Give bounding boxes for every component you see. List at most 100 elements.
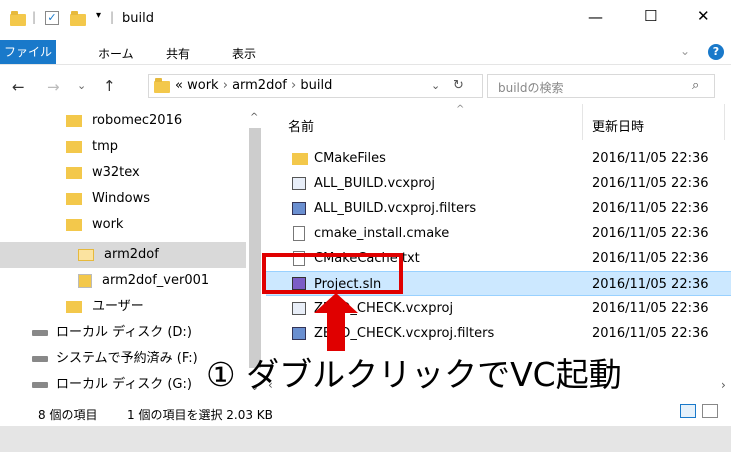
file-row[interactable]: ALL_BUILD.vcxproj 2016/11/05 22:36 bbox=[266, 171, 731, 196]
maximize-button[interactable]: ☐ bbox=[644, 7, 657, 25]
drive-icon bbox=[32, 355, 48, 362]
nav-item-label: ローカル ディスク (D:) bbox=[56, 325, 192, 340]
help-icon[interactable]: ? bbox=[708, 44, 724, 60]
up-icon[interactable]: ↑ bbox=[103, 77, 116, 95]
separator: | bbox=[32, 10, 37, 24]
chevron-right-icon[interactable]: › bbox=[291, 78, 296, 93]
recent-locations-icon[interactable]: ⌄ bbox=[77, 79, 86, 92]
sort-ascending-icon: ^ bbox=[456, 104, 465, 115]
nav-item-label: ローカル ディスク (G:) bbox=[56, 377, 192, 392]
folder-icon bbox=[10, 11, 26, 26]
tab-home[interactable]: ホーム bbox=[98, 45, 134, 62]
folder-icon bbox=[292, 153, 308, 165]
file-name: ALL_BUILD.vcxproj.filters bbox=[314, 201, 477, 216]
nav-item-drive-d[interactable]: ローカル ディスク (D:) bbox=[32, 320, 192, 346]
nav-item-label: work bbox=[92, 217, 124, 232]
selection-info: 1 個の項目を選択 2.03 KB bbox=[127, 408, 273, 422]
file-date: 2016/11/05 22:36 bbox=[592, 301, 709, 316]
folder-icon bbox=[154, 78, 170, 93]
chevron-right-icon[interactable]: › bbox=[223, 78, 228, 93]
scroll-up-icon[interactable]: ^ bbox=[250, 112, 258, 123]
arrow-shaft bbox=[327, 309, 345, 351]
annotation-text: ① ダブルクリックでVC起動 bbox=[206, 355, 622, 394]
expand-ribbon-icon[interactable]: ⌄ bbox=[680, 44, 690, 58]
open-folder-icon bbox=[78, 248, 94, 261]
file-row[interactable]: CMakeFiles 2016/11/05 22:36 bbox=[266, 146, 731, 171]
breadcrumb: « work › arm2dof › build bbox=[175, 78, 332, 93]
nav-item-label: システムで予約済み (F:) bbox=[56, 351, 198, 366]
nav-item-tmp[interactable]: tmp bbox=[66, 134, 118, 160]
drive-icon bbox=[32, 381, 48, 388]
filters-icon bbox=[292, 327, 306, 340]
forward-icon[interactable]: → bbox=[47, 78, 60, 96]
separator: | bbox=[110, 10, 115, 24]
scroll-right-icon[interactable]: › bbox=[721, 378, 726, 392]
tab-view[interactable]: 表示 bbox=[232, 45, 256, 62]
highlight-box bbox=[262, 253, 403, 294]
file-row[interactable]: ALL_BUILD.vcxproj.filters 2016/11/05 22:… bbox=[266, 196, 731, 221]
tab-share[interactable]: 共有 bbox=[166, 45, 190, 62]
column-divider[interactable] bbox=[582, 104, 583, 140]
file-name: cmake_install.cmake bbox=[314, 226, 450, 241]
file-icon bbox=[293, 226, 305, 241]
quick-access-dropdown-icon[interactable]: ▾ bbox=[96, 10, 101, 21]
large-icons-view-icon[interactable] bbox=[702, 404, 718, 418]
nav-item-robomec2016[interactable]: robomec2016 bbox=[66, 108, 182, 134]
search-icon[interactable]: ⌕ bbox=[692, 78, 699, 93]
column-header-name[interactable]: 名前 bbox=[288, 116, 314, 135]
refresh-icon[interactable]: ↻ bbox=[453, 78, 464, 93]
close-button[interactable]: ✕ bbox=[697, 7, 710, 25]
zip-folder-icon bbox=[78, 273, 92, 288]
file-name: CMakeFiles bbox=[314, 151, 386, 166]
properties-icon[interactable]: ✓ bbox=[45, 11, 59, 25]
nav-item-arm2dof-ver001[interactable]: arm2dof_ver001 bbox=[78, 268, 209, 294]
folder-icon bbox=[66, 166, 82, 179]
folder-icon bbox=[66, 300, 82, 313]
file-date: 2016/11/05 22:36 bbox=[592, 201, 709, 216]
vcxproj-icon bbox=[292, 302, 306, 315]
nav-item-label: robomec2016 bbox=[92, 113, 183, 128]
nav-item-drive-g[interactable]: ローカル ディスク (G:) bbox=[32, 372, 192, 398]
nav-item-label: Windows bbox=[92, 191, 151, 206]
nav-item-drive-f[interactable]: システムで予約済み (F:) bbox=[32, 346, 198, 372]
new-folder-icon[interactable] bbox=[70, 11, 86, 26]
file-date: 2016/11/05 22:36 bbox=[592, 326, 709, 341]
column-divider[interactable] bbox=[724, 104, 725, 140]
file-row[interactable]: cmake_install.cmake 2016/11/05 22:36 bbox=[266, 221, 731, 246]
folder-icon bbox=[66, 140, 82, 153]
drive-icon bbox=[32, 329, 48, 336]
nav-item-work[interactable]: work bbox=[66, 212, 123, 238]
search-input[interactable]: buildの検索 ⌕ bbox=[487, 74, 715, 98]
window-title: build bbox=[122, 11, 154, 26]
title-bar: | ✓ ▾ | build — ☐ ✕ bbox=[0, 0, 731, 40]
file-date: 2016/11/05 22:36 bbox=[592, 151, 709, 166]
nav-item-label: tmp bbox=[92, 139, 119, 154]
ribbon-tabs: ファイル ホーム 共有 表示 ⌄ ? bbox=[0, 40, 731, 65]
nav-item-label: arm2dof_ver001 bbox=[102, 273, 210, 288]
breadcrumb-arm2dof[interactable]: arm2dof bbox=[232, 78, 287, 93]
nav-item-users[interactable]: ユーザー bbox=[66, 294, 144, 320]
column-header-date[interactable]: 更新日時 bbox=[592, 116, 644, 135]
nav-item-label: arm2dof bbox=[104, 247, 159, 262]
status-bar: 8 個の項目 1 個の項目を選択 2.03 KB bbox=[0, 404, 731, 426]
file-date: 2016/11/05 22:36 bbox=[592, 251, 709, 266]
nav-item-label: w32tex bbox=[92, 165, 140, 180]
folder-icon bbox=[66, 192, 82, 205]
breadcrumb-build[interactable]: build bbox=[300, 78, 332, 93]
file-date: 2016/11/05 22:36 bbox=[592, 226, 709, 241]
filters-icon bbox=[292, 202, 306, 215]
folder-icon bbox=[66, 114, 82, 127]
tab-file[interactable]: ファイル bbox=[0, 40, 56, 64]
back-icon[interactable]: ← bbox=[12, 78, 25, 96]
nav-item-windows[interactable]: Windows bbox=[66, 186, 150, 212]
nav-item-arm2dof[interactable]: arm2dof bbox=[0, 242, 246, 268]
breadcrumb-work[interactable]: work bbox=[187, 78, 218, 93]
address-bar[interactable]: « work › arm2dof › build ⌄ ↻ bbox=[148, 74, 483, 98]
file-date: 2016/11/05 22:36 bbox=[592, 277, 709, 292]
nav-item-w32tex[interactable]: w32tex bbox=[66, 160, 140, 186]
minimize-button[interactable]: — bbox=[588, 8, 603, 26]
nav-scrollbar-thumb[interactable] bbox=[249, 128, 261, 368]
breadcrumb-overflow[interactable]: « bbox=[175, 78, 183, 93]
address-dropdown-icon[interactable]: ⌄ bbox=[431, 79, 440, 92]
details-view-icon[interactable] bbox=[680, 404, 696, 418]
